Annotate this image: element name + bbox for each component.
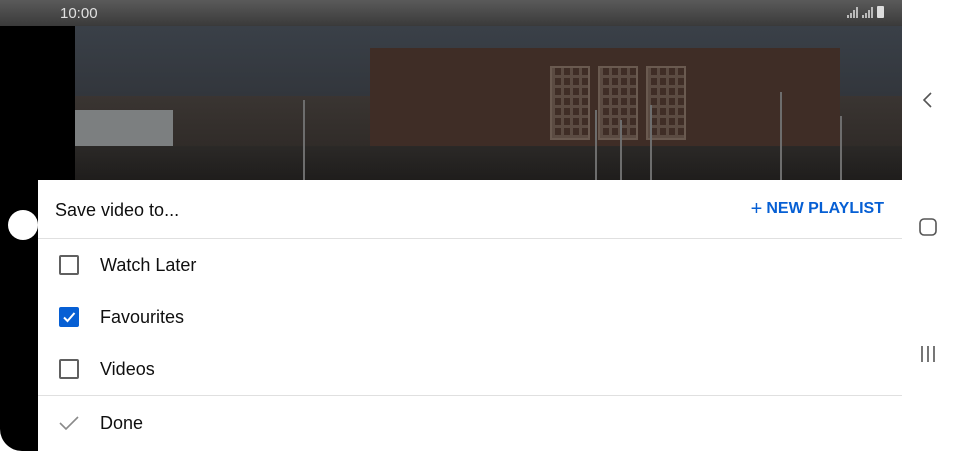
check-icon (63, 312, 76, 323)
video-frame (75, 26, 902, 180)
battery-icon (877, 6, 884, 18)
status-icons (847, 6, 884, 18)
sheet-title: Save video to... (55, 200, 180, 220)
home-icon[interactable] (918, 217, 938, 237)
playlist-label: Videos (100, 358, 155, 379)
back-icon[interactable] (918, 90, 938, 110)
new-playlist-button[interactable]: + NEW PLAYLIST (750, 198, 884, 220)
plus-icon: + (750, 198, 763, 220)
signal-icon-2 (862, 7, 873, 18)
playlist-label: Watch Later (100, 254, 197, 275)
checkbox-watch-later[interactable] (59, 255, 79, 275)
done-label: Done (100, 412, 144, 433)
status-bar: 10:00 (0, 0, 902, 26)
seek-handle[interactable] (8, 210, 38, 240)
signal-icon (847, 7, 858, 18)
checkbox-favourites[interactable] (59, 307, 79, 327)
playlist-row-videos[interactable]: Videos (38, 343, 902, 395)
save-to-playlist-sheet: Save video to... + NEW PLAYLIST Watch La… (38, 180, 902, 451)
playlist-label: Favourites (100, 306, 185, 327)
sheet-header: Save video to... + NEW PLAYLIST (38, 180, 902, 239)
checkbox-videos[interactable] (59, 359, 79, 379)
checkmark-icon (59, 416, 79, 431)
recents-icon[interactable] (918, 344, 938, 364)
done-button[interactable]: Done (38, 395, 902, 450)
status-time: 10:00 (60, 5, 98, 22)
playlist-row-watch-later[interactable]: Watch Later (38, 239, 902, 291)
new-playlist-label: NEW PLAYLIST (766, 200, 884, 217)
playlist-row-favourites[interactable]: Favourites (38, 291, 902, 343)
navigation-bar (902, 0, 954, 451)
